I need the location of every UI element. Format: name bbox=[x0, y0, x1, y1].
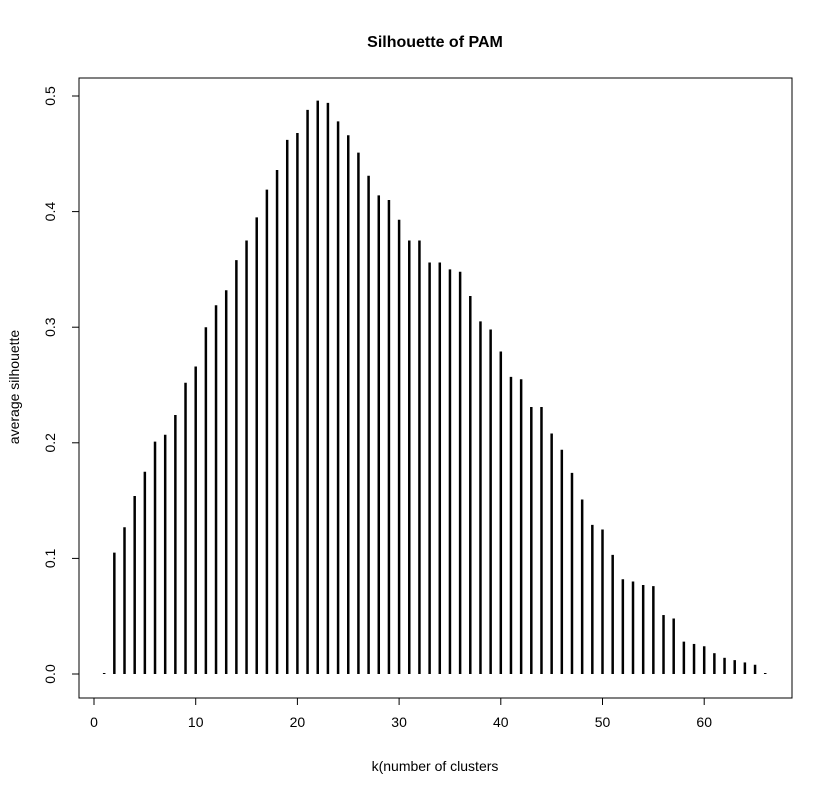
y-tick-label: 0.2 bbox=[42, 433, 58, 453]
chart-container: Silhouette of PAM 0 10 20 30 40 50 60 0.0 0.1 0.… bbox=[0, 0, 832, 795]
y-axis: 0.0 0.1 0.2 0.3 0.4 0.5 bbox=[42, 86, 80, 684]
x-tick-label: 50 bbox=[595, 714, 611, 730]
y-tick-label: 0.3 bbox=[42, 317, 58, 337]
chart-title: Silhouette of PAM bbox=[367, 34, 503, 51]
x-axis-label: k(number of clusters bbox=[372, 758, 499, 774]
y-tick-label: 0.0 bbox=[42, 664, 58, 684]
y-tick-label: 0.5 bbox=[42, 86, 58, 106]
silhouette-chart: Silhouette of PAM 0 10 20 30 40 50 60 0.00.10.… bbox=[6, 34, 793, 774]
x-axis: 0 10 20 30 40 50 60 bbox=[90, 697, 712, 730]
x-tick-label: 0 bbox=[90, 714, 98, 730]
x-tick-label: 20 bbox=[290, 714, 306, 730]
y-axis-label: average silhouette bbox=[6, 330, 22, 445]
x-tick-label: 40 bbox=[493, 714, 509, 730]
y-tick-label: 0.1 bbox=[42, 548, 58, 568]
x-tick-label: 60 bbox=[696, 714, 712, 730]
x-tick-label: 10 bbox=[188, 714, 204, 730]
bars bbox=[102, 100, 767, 674]
y-tick-label: 0.4 bbox=[42, 202, 58, 222]
x-tick-label: 30 bbox=[391, 714, 407, 730]
